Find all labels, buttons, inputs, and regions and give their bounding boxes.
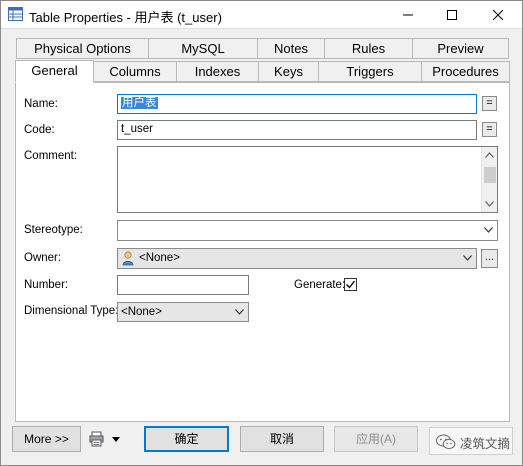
close-button[interactable]: [476, 1, 520, 29]
stereotype-label: Stereotype:: [24, 224, 83, 236]
name-label: Name:: [24, 98, 58, 110]
minimize-button[interactable]: [386, 1, 430, 29]
close-icon: [493, 10, 503, 20]
owner-label: Owner:: [24, 252, 62, 264]
table-properties-dialog: Table Properties - 用户表 (t_user) Physical…: [0, 0, 523, 466]
tab-notes[interactable]: Notes: [257, 38, 325, 59]
apply-button[interactable]: 应用(A): [334, 426, 418, 452]
comment-textarea[interactable]: [117, 146, 498, 213]
name-code-sync-button[interactable]: =: [482, 96, 497, 111]
name-value: 用户表: [121, 97, 158, 109]
tab-general[interactable]: General: [15, 60, 94, 83]
owner-browse-button[interactable]: ...: [481, 249, 498, 268]
tab-rules[interactable]: Rules: [324, 38, 413, 59]
code-label: Code:: [24, 124, 55, 136]
tab-physical-options[interactable]: Physical Options: [16, 38, 149, 59]
window-title: Table Properties - 用户表 (t_user): [29, 10, 222, 25]
generate-label: Generate:: [294, 279, 346, 291]
maximize-icon: [447, 10, 457, 20]
scroll-down-icon[interactable]: [485, 201, 494, 207]
tab-keys[interactable]: Keys: [258, 61, 319, 82]
cancel-button[interactable]: 取消: [240, 426, 324, 452]
watermark-text: 凌筑文摘: [460, 437, 511, 451]
tab-preview[interactable]: Preview: [412, 38, 509, 59]
tab-procedures[interactable]: Procedures: [421, 61, 510, 82]
checkmark-icon: [346, 280, 355, 289]
table-properties-icon: [8, 7, 23, 21]
stereotype-combo[interactable]: [117, 220, 498, 241]
tab-indexes[interactable]: Indexes: [176, 61, 259, 82]
scroll-thumb[interactable]: [484, 167, 496, 183]
dimensional-type-select[interactable]: <None>: [117, 302, 249, 322]
tab-mysql[interactable]: MySQL: [148, 38, 258, 59]
user-icon: [122, 251, 134, 266]
number-label: Number:: [24, 279, 69, 291]
chevron-down-icon: [235, 309, 244, 315]
more-button[interactable]: More >>: [12, 426, 81, 452]
number-field[interactable]: [117, 275, 249, 295]
print-menu-button[interactable]: [89, 431, 123, 449]
title-bar: Table Properties - 用户表 (t_user): [1, 1, 522, 29]
name-field[interactable]: 用户表: [117, 94, 477, 114]
generate-checkbox[interactable]: [344, 278, 357, 291]
caret-down-icon: [112, 437, 120, 442]
wechat-icon: [436, 434, 456, 450]
comment-scrollbar[interactable]: [481, 147, 497, 212]
owner-combo[interactable]: <None>: [117, 248, 477, 269]
minimize-icon: [403, 14, 413, 16]
tab-columns[interactable]: Columns: [93, 61, 177, 82]
maximize-button[interactable]: [430, 1, 474, 29]
print-icon: [89, 431, 104, 447]
code-name-sync-button[interactable]: =: [482, 122, 497, 137]
tab-triggers[interactable]: Triggers: [318, 61, 422, 82]
dimensional-type-label: Dimensional Type:: [24, 305, 119, 317]
chevron-down-icon: [463, 255, 472, 261]
watermark: 凌筑文摘: [429, 427, 513, 455]
ok-button[interactable]: 确定: [144, 426, 229, 452]
scroll-up-icon[interactable]: [485, 152, 494, 158]
code-value: t_user: [121, 123, 153, 135]
owner-value: <None>: [139, 252, 180, 264]
chevron-down-icon: [484, 227, 493, 233]
dimensional-type-value: <None>: [121, 306, 162, 318]
code-field[interactable]: t_user: [117, 120, 477, 140]
general-tab-panel: Name: 用户表 = Code: t_user = Comment: Ster…: [15, 82, 510, 422]
comment-label: Comment:: [24, 150, 78, 162]
